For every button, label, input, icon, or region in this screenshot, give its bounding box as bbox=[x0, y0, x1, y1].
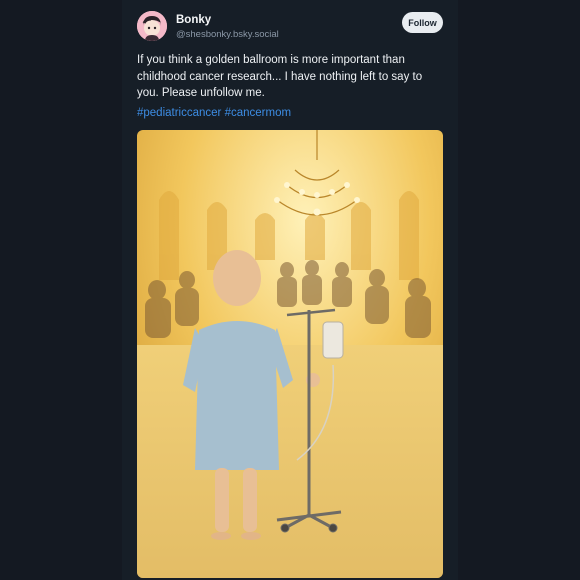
author-handle[interactable]: @shesbonky.bsky.social bbox=[176, 29, 279, 40]
post-image[interactable] bbox=[137, 130, 443, 578]
hashtag-row: #pediatriccancer #cancermom bbox=[137, 107, 291, 119]
ballroom-illustration bbox=[137, 130, 443, 578]
post-text: If you think a golden ballroom is more i… bbox=[137, 54, 423, 99]
follow-button[interactable]: Follow bbox=[402, 12, 443, 33]
author-display-name[interactable]: Bonky bbox=[176, 14, 211, 26]
avatar-illustration bbox=[137, 11, 167, 41]
hashtag-pediatriccancer[interactable]: #pediatriccancer bbox=[137, 107, 221, 119]
hashtag-cancermom[interactable]: #cancermom bbox=[225, 107, 291, 119]
avatar[interactable] bbox=[137, 11, 167, 41]
